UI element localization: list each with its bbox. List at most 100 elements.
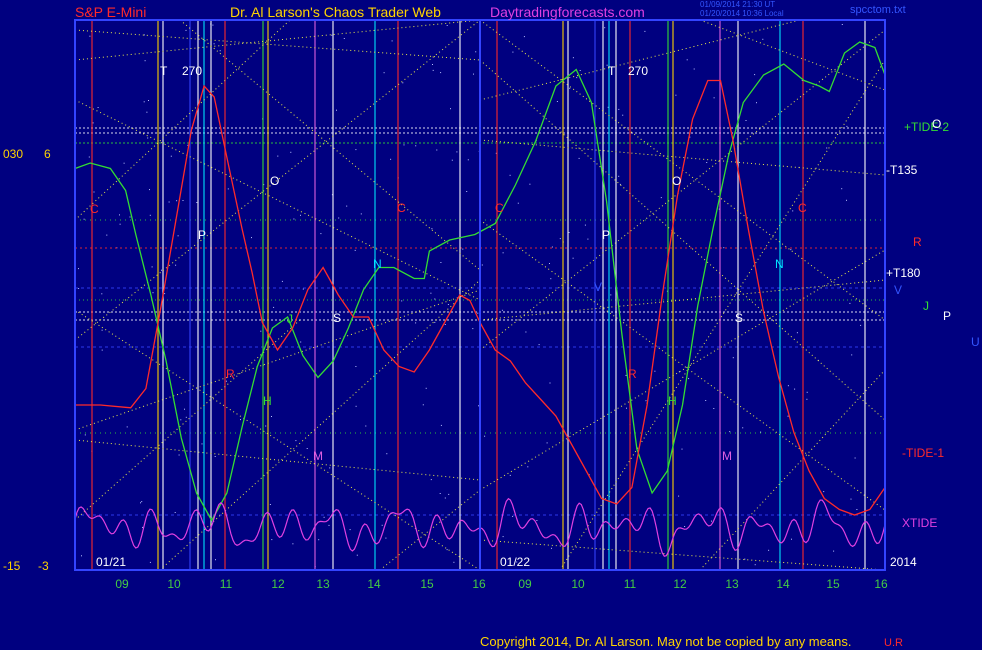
trend-line: [479, 19, 801, 101]
star-dot: [841, 188, 843, 190]
star-dot: [81, 555, 82, 557]
star-dot: [713, 97, 715, 99]
star-dot: [88, 156, 90, 158]
star-dot: [684, 526, 686, 527]
star-dot: [320, 233, 322, 235]
marker-label: P: [602, 228, 610, 242]
star-dot: [336, 109, 337, 111]
hour-tick-label: 13: [316, 577, 330, 591]
marker-label: O: [672, 174, 681, 188]
star-dot: [251, 237, 252, 239]
star-dot: [846, 199, 847, 201]
star-dot: [355, 405, 357, 407]
star-dot: [349, 529, 351, 531]
trend-line: [74, 289, 481, 431]
star-dot: [176, 200, 178, 202]
star-dot: [271, 539, 273, 541]
star-dot: [430, 292, 432, 294]
star-dot: [792, 210, 794, 212]
star-dot: [472, 328, 474, 330]
star-dot: [323, 516, 325, 518]
marker-label: H: [668, 394, 677, 408]
star-dot: [290, 151, 292, 153]
trend-line: [74, 99, 481, 301]
star-dot: [78, 268, 79, 270]
star-dot: [141, 501, 143, 503]
star-dot: [584, 224, 586, 226]
trend-line: [479, 29, 886, 351]
star-dot: [277, 155, 279, 157]
star-dot: [152, 292, 154, 294]
star-dot: [791, 538, 792, 540]
star-dot: [681, 448, 683, 450]
star-dot: [473, 73, 474, 75]
axis-left-top-a: 030: [3, 147, 24, 161]
star-dot: [196, 202, 198, 203]
star-dot: [434, 321, 436, 323]
axis-left-bottom-a: -15: [3, 559, 21, 573]
time-stamp-2: 01/20/2014 10:36 Local: [700, 9, 784, 18]
star-dot: [213, 43, 215, 45]
star-dot: [273, 306, 275, 308]
star-dot: [502, 536, 504, 538]
site-link[interactable]: Daytradingforecasts.com: [490, 4, 645, 20]
star-dot: [760, 431, 762, 433]
trend-line: [699, 19, 886, 91]
star-dot: [434, 298, 436, 300]
star-dot: [466, 191, 468, 192]
label-right-j: J: [923, 299, 929, 313]
star-dot: [338, 217, 340, 219]
trend-line: [74, 29, 481, 61]
label-tide2: +TIDE-2: [904, 120, 950, 134]
marker-label: V: [594, 280, 602, 294]
star-dot: [568, 232, 570, 233]
label-right-u: U: [971, 335, 980, 349]
star-dot: [101, 349, 103, 351]
star-dot: [175, 264, 177, 266]
star-dot: [729, 431, 731, 433]
star-dot: [178, 454, 180, 456]
label-right-v: V: [894, 283, 903, 297]
star-dot: [182, 200, 184, 201]
star-dot: [451, 159, 453, 161]
hour-tick-label: 15: [826, 577, 840, 591]
star-dot: [512, 51, 514, 53]
star-dot: [360, 213, 362, 215]
star-dot: [365, 425, 367, 427]
star-dot: [711, 520, 712, 522]
corner-mark: U.R: [884, 637, 903, 649]
star-dot: [768, 549, 770, 551]
star-dot: [84, 434, 86, 436]
marker-label: O: [270, 174, 279, 188]
star-dot: [432, 69, 434, 71]
star-dot: [854, 457, 856, 459]
star-dot: [93, 191, 95, 193]
star-dot: [306, 448, 308, 449]
star-dot: [381, 524, 383, 526]
star-dot: [678, 495, 680, 497]
star-dot: [644, 30, 646, 32]
star-dot: [146, 111, 148, 113]
star-dot: [626, 407, 627, 409]
trend-line: [74, 19, 481, 61]
x-axis-ticks: 01/21 09 10 11 12 13 14 15 16 01/22 09 10 11 12 13 14 15…: [96, 555, 888, 591]
hour-tick-label: 10: [167, 577, 181, 591]
star-dot: [240, 419, 241, 421]
star-dot: [794, 388, 796, 390]
star-dot: [149, 189, 150, 191]
star-dot: [440, 262, 442, 263]
star-dot: [538, 344, 540, 346]
axis-left-top-b: 6: [44, 147, 51, 161]
marker-label: M: [722, 449, 732, 463]
star-dot: [851, 354, 853, 356]
star-dot: [260, 330, 262, 332]
hour-tick-label: 13: [725, 577, 739, 591]
publisher-title: Dr. Al Larson's Chaos Trader Web: [230, 4, 441, 20]
star-dot: [610, 294, 612, 296]
star-dot: [787, 385, 789, 387]
label-right-r: R: [913, 235, 922, 249]
star-dot: [572, 257, 574, 259]
star-dot: [151, 266, 153, 268]
marker-label: T: [608, 64, 616, 78]
star-dot: [300, 214, 301, 216]
